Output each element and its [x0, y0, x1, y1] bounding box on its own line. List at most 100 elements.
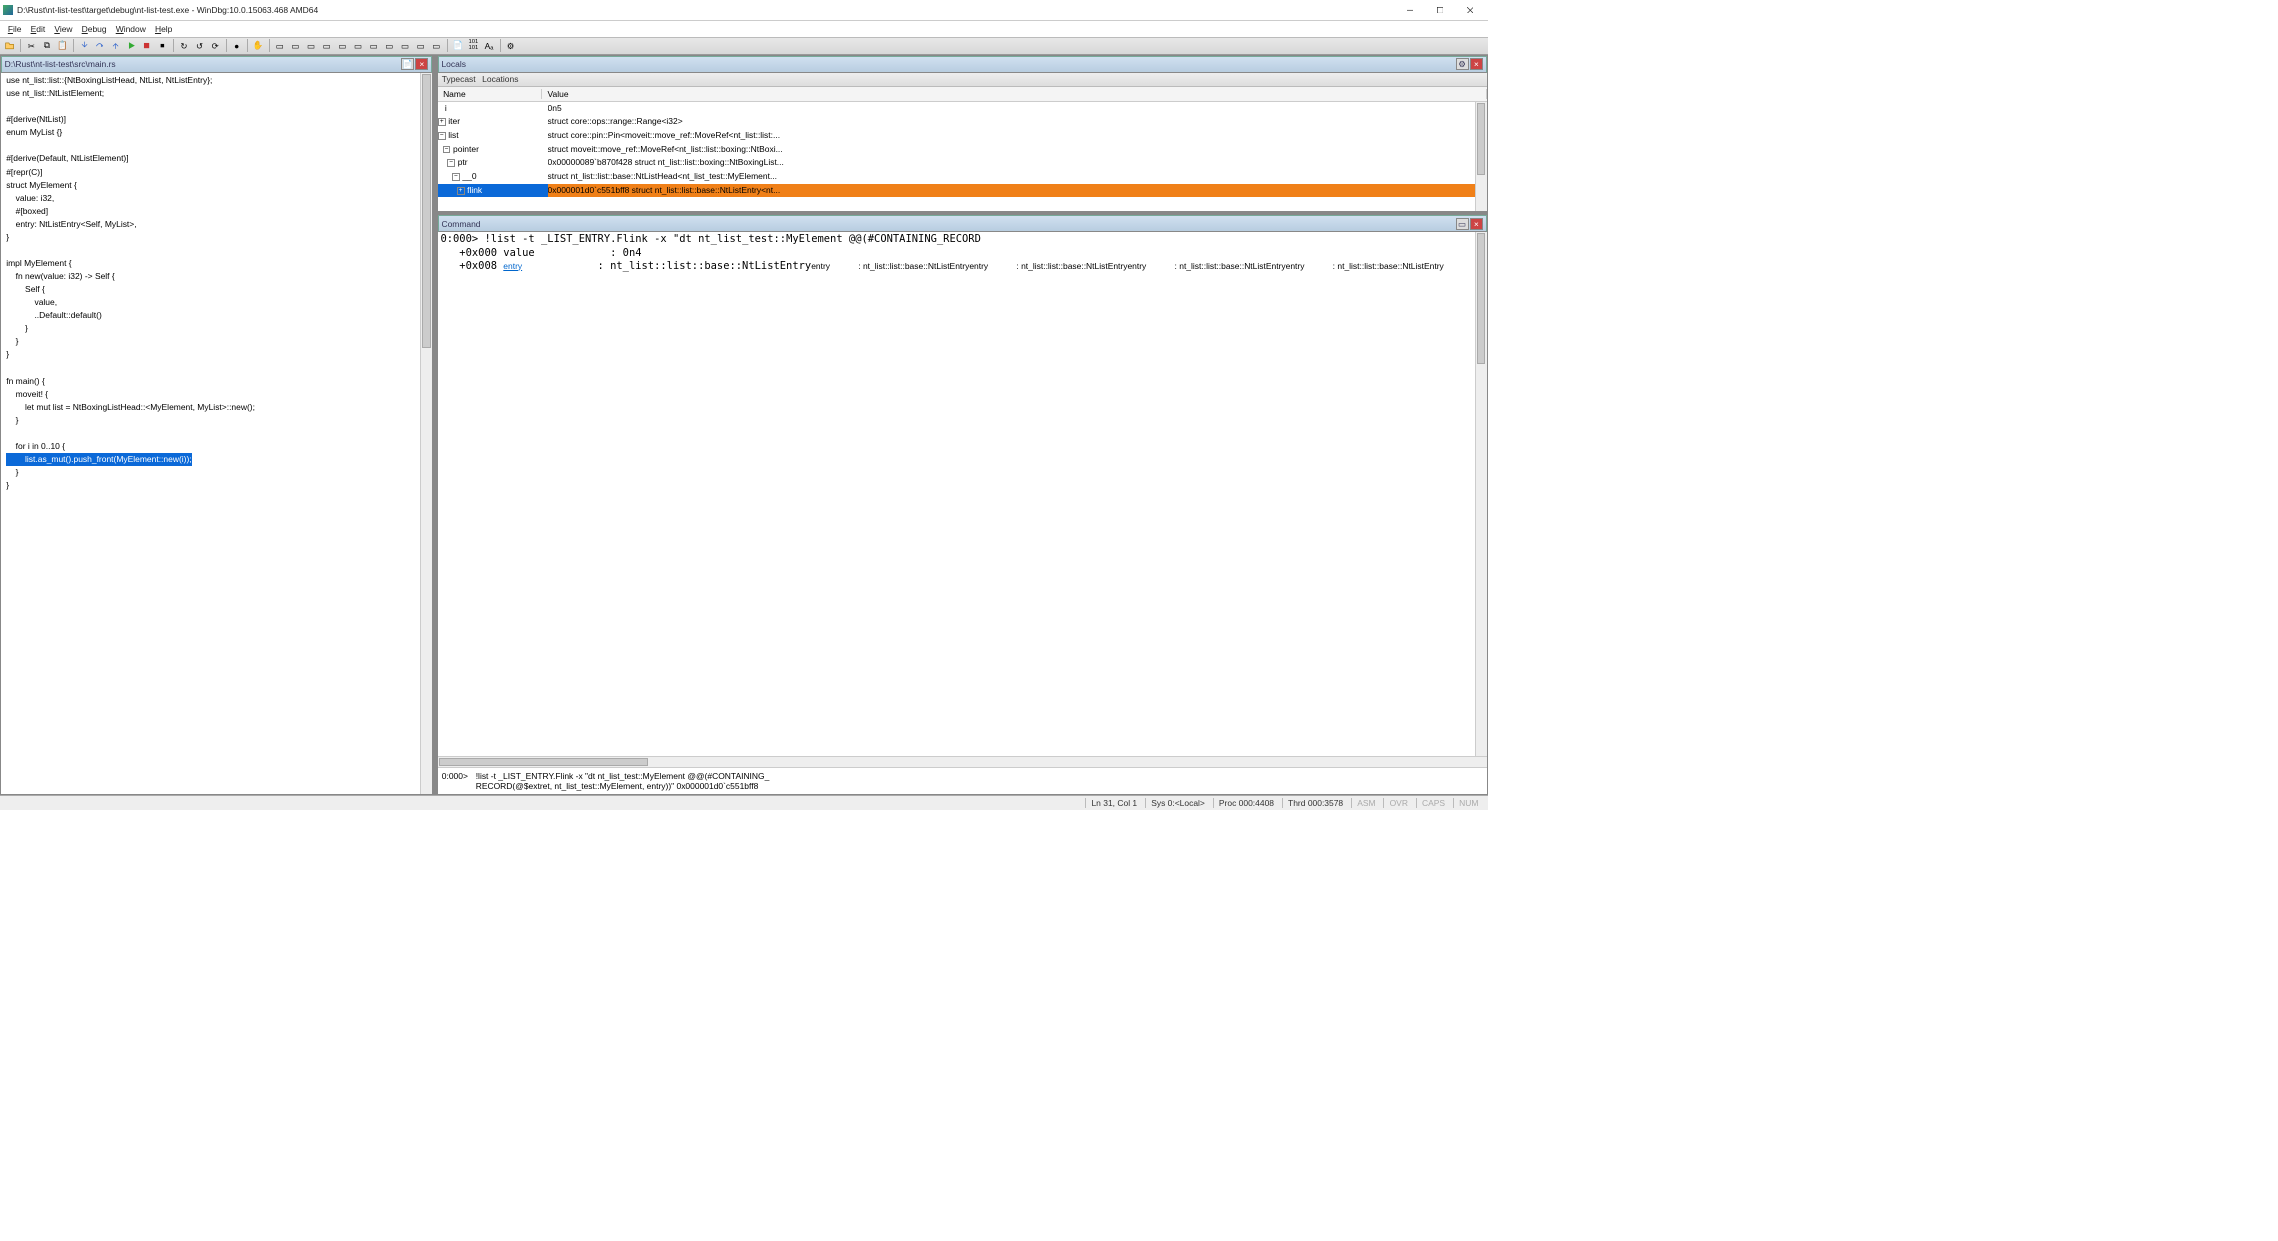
- menu-view[interactable]: View: [50, 22, 76, 35]
- run-icon[interactable]: [124, 39, 138, 53]
- maximize-button[interactable]: [1425, 0, 1455, 20]
- menu-debug[interactable]: Debug: [78, 22, 111, 35]
- menu-window[interactable]: Window: [112, 22, 150, 35]
- status-thrd: Thrd 000:3578: [1282, 798, 1349, 808]
- status-caps: CAPS: [1416, 798, 1451, 808]
- open-icon[interactable]: [3, 39, 17, 53]
- menu-bar: File Edit View Debug Window Help: [0, 21, 1488, 37]
- locals-row-name[interactable]: −__0: [438, 170, 548, 184]
- restart-icon[interactable]: ↻: [177, 39, 191, 53]
- window7-icon[interactable]: ▭: [366, 39, 380, 53]
- window-title: D:\Rust\nt-list-test\target\debug\nt-lis…: [17, 5, 1395, 15]
- command-input[interactable]: !list -t _LIST_ENTRY.Flink -x "dt nt_lis…: [472, 768, 1487, 793]
- step-into-icon[interactable]: [77, 39, 91, 53]
- window2-icon[interactable]: ▭: [288, 39, 302, 53]
- cut-icon[interactable]: ✂: [24, 39, 38, 53]
- locals-row-name[interactable]: −ptr: [438, 156, 548, 170]
- options-icon[interactable]: ⚙: [503, 39, 517, 53]
- menu-file[interactable]: File: [4, 22, 25, 35]
- window11-icon[interactable]: ▭: [429, 39, 443, 53]
- minimize-button[interactable]: [1395, 0, 1425, 20]
- command-header[interactable]: Command ▭ ×: [438, 215, 1487, 232]
- status-sys: Sys 0:<Local>: [1145, 798, 1210, 808]
- window5-icon[interactable]: ▭: [335, 39, 349, 53]
- command-title: Command: [441, 219, 1454, 229]
- window1-icon[interactable]: ▭: [273, 39, 287, 53]
- binary-icon[interactable]: 101101: [466, 39, 480, 53]
- locals-row-value[interactable]: 0n5: [548, 102, 1475, 116]
- command-menu-icon[interactable]: ▭: [1456, 218, 1469, 230]
- command-close-button[interactable]: ×: [1470, 218, 1483, 230]
- command-pane: Command ▭ × 0:000> !list -t _LIST_ENTRY.…: [437, 214, 1488, 795]
- restart3-icon[interactable]: ⟳: [208, 39, 222, 53]
- status-ln: Ln 31, Col 1: [1085, 798, 1142, 808]
- status-asm: ASM: [1351, 798, 1381, 808]
- entry-link[interactable]: entry: [503, 261, 522, 271]
- step-over-icon[interactable]: [93, 39, 107, 53]
- locals-tree[interactable]: i0n5+iterstruct core::ops::range::Range<…: [438, 102, 1475, 211]
- command-prompt: 0:000>: [438, 768, 472, 793]
- locals-scrollbar[interactable]: [1475, 102, 1487, 211]
- restart2-icon[interactable]: ↺: [192, 39, 206, 53]
- source-header[interactable]: D:\Rust\nt-list-test\src\main.rs 📄 ×: [1, 56, 432, 73]
- break-icon[interactable]: [140, 39, 154, 53]
- locals-row-value[interactable]: 0x000001d0`c551bff8 struct nt_list::list…: [548, 184, 1475, 198]
- locals-row-value[interactable]: struct moveit::move_ref::MoveRef<nt_list…: [548, 143, 1475, 157]
- window4-icon[interactable]: ▭: [319, 39, 333, 53]
- typecast-button[interactable]: Typecast: [442, 74, 476, 84]
- locations-button[interactable]: Locations: [482, 74, 518, 84]
- menu-edit[interactable]: Edit: [27, 22, 49, 35]
- locals-row-value[interactable]: 0x00000089`b870f428 struct nt_list::list…: [548, 156, 1475, 170]
- stop-icon[interactable]: ⏹: [155, 39, 169, 53]
- command-input-row: 0:000> !list -t _LIST_ENTRY.Flink -x "dt…: [438, 767, 1487, 793]
- locals-row-name[interactable]: −list: [438, 129, 548, 143]
- source-scrollbar[interactable]: [420, 73, 432, 794]
- copy-icon[interactable]: ⧉: [40, 39, 54, 53]
- status-ovr: OVR: [1383, 798, 1413, 808]
- locals-row-value[interactable]: struct core::ops::range::Range<i32>: [548, 115, 1475, 129]
- locals-pane: Locals ⚙ × Typecast Locations Name Value…: [437, 55, 1488, 212]
- source-code[interactable]: use nt_list::list::{NtBoxingListHead, Nt…: [1, 73, 420, 794]
- step-out-icon[interactable]: [108, 39, 122, 53]
- col-name[interactable]: Name: [438, 89, 542, 99]
- status-num: NUM: [1453, 798, 1484, 808]
- source-icon[interactable]: 📄: [451, 39, 465, 53]
- workspace: D:\Rust\nt-list-test\src\main.rs 📄 × use…: [0, 55, 1488, 795]
- entry-link[interactable]: entry : nt_list::list::base::NtListEntry…: [1127, 261, 1443, 271]
- window3-icon[interactable]: ▭: [304, 39, 318, 53]
- locals-row-name[interactable]: +flink: [438, 184, 548, 198]
- window9-icon[interactable]: ▭: [398, 39, 412, 53]
- entry-link[interactable]: entry : nt_list::list::base::NtListEntry…: [969, 261, 1443, 271]
- entry-link[interactable]: entry : nt_list::list::base::NtListEntry…: [811, 261, 1444, 271]
- locals-close-button[interactable]: ×: [1470, 58, 1483, 70]
- paste-icon[interactable]: 📋: [55, 39, 69, 53]
- window6-icon[interactable]: ▭: [351, 39, 365, 53]
- locals-columns: Name Value: [438, 87, 1487, 101]
- status-bar: Ln 31, Col 1 Sys 0:<Local> Proc 000:4408…: [0, 795, 1488, 811]
- breakpoint-icon[interactable]: ●: [230, 39, 244, 53]
- locals-row-value[interactable]: struct nt_list::list::base::NtListHead<n…: [548, 170, 1475, 184]
- hand-icon[interactable]: ✋: [251, 39, 265, 53]
- locals-row-name[interactable]: i: [438, 102, 548, 116]
- source-close-button[interactable]: ×: [415, 58, 428, 70]
- source-pane: D:\Rust\nt-list-test\src\main.rs 📄 × use…: [0, 55, 433, 795]
- locals-title: Locals: [441, 59, 1454, 69]
- command-output[interactable]: 0:000> !list -t _LIST_ENTRY.Flink -x "dt…: [438, 232, 1475, 756]
- source-menu-icon[interactable]: 📄: [401, 58, 414, 70]
- col-value[interactable]: Value: [542, 89, 1486, 99]
- locals-header[interactable]: Locals ⚙ ×: [438, 56, 1487, 73]
- command-scrollbar-h[interactable]: [438, 756, 1487, 768]
- window10-icon[interactable]: ▭: [413, 39, 427, 53]
- locals-row-value[interactable]: struct core::pin::Pin<moveit::move_ref::…: [548, 129, 1475, 143]
- locals-menu-icon[interactable]: ⚙: [1456, 58, 1469, 70]
- close-window-button[interactable]: [1455, 0, 1485, 20]
- locals-row-name[interactable]: −pointer: [438, 143, 548, 157]
- command-scrollbar-v[interactable]: [1475, 232, 1487, 756]
- font-icon[interactable]: Aₐ: [482, 39, 496, 53]
- locals-row-name[interactable]: +iter: [438, 115, 548, 129]
- title-bar: D:\Rust\nt-list-test\target\debug\nt-lis…: [0, 0, 1488, 21]
- menu-help[interactable]: Help: [151, 22, 176, 35]
- entry-link[interactable]: entry : nt_list::list::base::NtListEntry: [1286, 261, 1444, 271]
- app-icon: [3, 5, 13, 15]
- window8-icon[interactable]: ▭: [382, 39, 396, 53]
